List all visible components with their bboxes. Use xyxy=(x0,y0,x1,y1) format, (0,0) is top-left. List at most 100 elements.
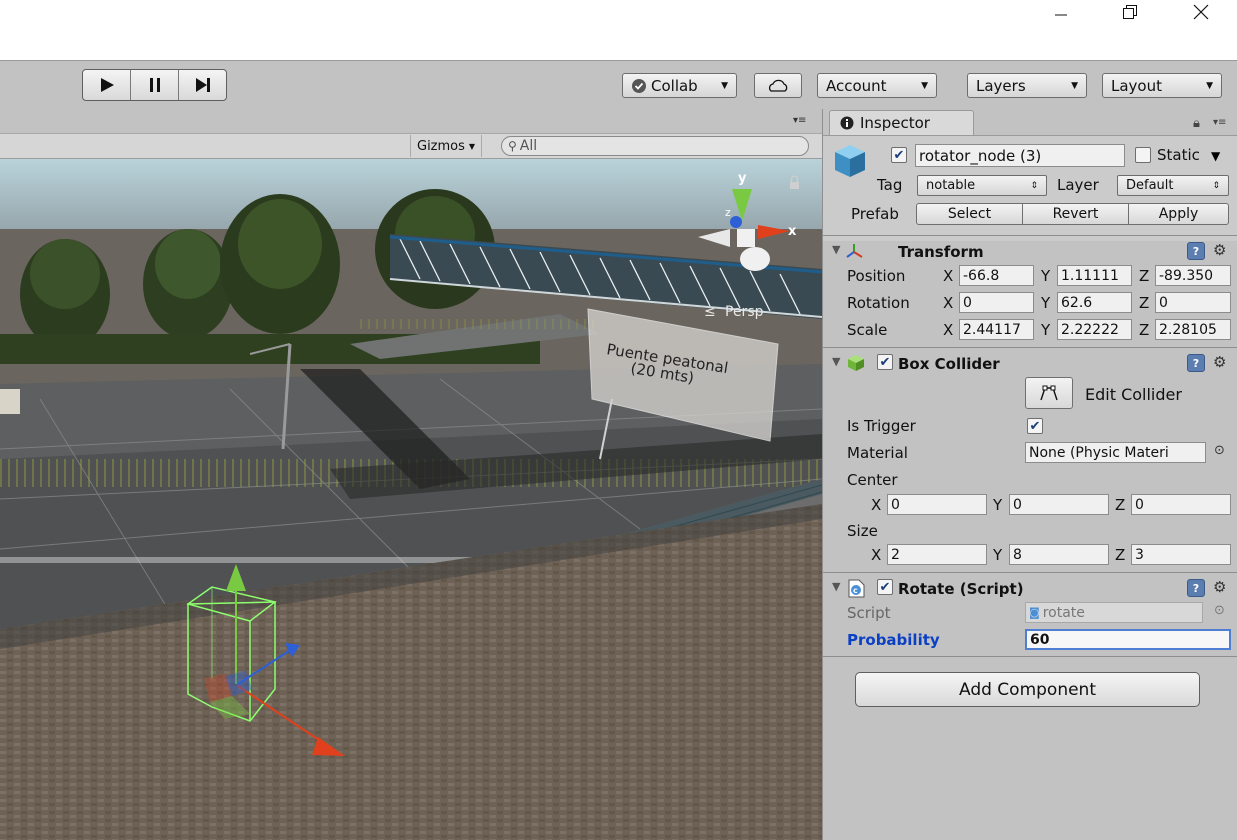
object-name-field[interactable]: rotator_node (3) xyxy=(915,144,1125,167)
is-trigger-checkbox[interactable]: ✔ xyxy=(1027,418,1043,434)
probability-field[interactable]: 60 xyxy=(1025,629,1231,650)
edit-collider-button[interactable] xyxy=(1025,377,1073,409)
main-toolbar: Collab ▼ Account ▼ Layers ▼ Layout ▼ xyxy=(0,60,1237,109)
chevron-down-icon: ▼ xyxy=(1206,80,1213,91)
prefab-select-button[interactable]: Select xyxy=(916,203,1023,225)
size-y-field[interactable]: 8 xyxy=(1009,544,1109,565)
rotate-script-enabled-checkbox[interactable]: ✔ xyxy=(877,579,893,595)
window-titlebar xyxy=(0,0,1237,60)
scene-toolbar: Gizmos ▼ ⚲ All xyxy=(0,133,822,159)
lock-icon[interactable]: 🔒︎ xyxy=(1193,116,1200,131)
tag-dropdown[interactable]: notable ⇕ xyxy=(917,175,1047,196)
rotation-label: Rotation xyxy=(847,294,910,312)
prefab-apply-button[interactable]: Apply xyxy=(1128,203,1229,225)
material-label: Material xyxy=(847,444,908,462)
layout-dropdown[interactable]: Layout ▼ xyxy=(1102,73,1222,98)
center-z-label: Z xyxy=(1115,496,1126,514)
scale-x-field[interactable]: 2.44117 xyxy=(959,319,1034,340)
gear-icon[interactable]: ⚙ xyxy=(1213,578,1226,596)
persp-icon: ≤ xyxy=(704,304,716,320)
transform-header[interactable]: ▼ Transform ? ⚙ xyxy=(823,240,1237,266)
scale-z-field[interactable]: 2.28105 xyxy=(1155,319,1231,340)
script-field: ◙ rotate xyxy=(1025,602,1203,623)
layers-dropdown[interactable]: Layers ▼ xyxy=(967,73,1087,98)
account-dropdown[interactable]: Account ▼ xyxy=(817,73,937,98)
layer-dropdown[interactable]: Default ⇕ xyxy=(1117,175,1229,196)
svg-text:c: c xyxy=(853,586,858,595)
scale-label: Scale xyxy=(847,321,888,339)
inspector-panel: Inspector 🔒︎ ▾≡ ✔ rotator_node (3) ✔ Sta… xyxy=(822,109,1237,840)
scene-search-input[interactable]: ⚲ All xyxy=(501,136,809,156)
size-z-label: Z xyxy=(1115,546,1126,564)
scale-y-field[interactable]: 2.22222 xyxy=(1057,319,1132,340)
tag-value: notable xyxy=(926,178,976,193)
position-x-field[interactable]: -66.8 xyxy=(959,265,1034,286)
scale-x-label: X xyxy=(943,321,954,339)
csharp-script-icon: c xyxy=(848,579,865,598)
axis-z-label: z xyxy=(725,206,731,219)
collab-label: Collab xyxy=(651,76,698,95)
minimize-button[interactable] xyxy=(1038,0,1084,24)
pause-button[interactable] xyxy=(131,70,179,100)
size-z-field[interactable]: 3 xyxy=(1131,544,1231,565)
gear-icon[interactable]: ⚙ xyxy=(1213,353,1226,371)
edit-collider-label: Edit Collider xyxy=(1085,385,1182,404)
layer-value: Default xyxy=(1126,178,1174,193)
rotation-z-label: Z xyxy=(1139,294,1150,312)
script-label: Script xyxy=(847,604,891,622)
center-z-field[interactable]: 0 xyxy=(1131,494,1231,515)
pause-icon xyxy=(149,78,160,92)
static-dropdown-icon[interactable]: ▼ xyxy=(1211,149,1220,163)
object-picker-icon[interactable]: ⊙ xyxy=(1214,443,1225,458)
help-icon[interactable]: ? xyxy=(1187,242,1205,260)
size-x-field[interactable]: 2 xyxy=(887,544,987,565)
static-checkbox[interactable]: ✔ xyxy=(1135,147,1151,163)
step-button[interactable] xyxy=(179,70,226,100)
help-icon[interactable]: ? xyxy=(1187,354,1205,372)
center-x-field[interactable]: 0 xyxy=(887,494,987,515)
close-button[interactable] xyxy=(1178,0,1224,24)
position-x-label: X xyxy=(943,267,954,285)
center-y-field[interactable]: 0 xyxy=(1009,494,1109,515)
active-checkbox[interactable]: ✔ xyxy=(891,147,907,163)
position-y-label: Y xyxy=(1041,267,1051,285)
rotation-y-field[interactable]: 62.6 xyxy=(1057,292,1132,313)
panel-menu-icon[interactable]: ▾≡ xyxy=(793,115,806,126)
search-icon: ⚲ xyxy=(508,139,517,153)
collab-button[interactable]: Collab ▼ xyxy=(622,73,737,98)
box-collider-enabled-checkbox[interactable]: ✔ xyxy=(877,354,893,370)
add-component-button[interactable]: Add Component xyxy=(855,672,1200,707)
transform-title: Transform xyxy=(898,243,984,261)
center-y-label: Y xyxy=(993,496,1003,514)
cloud-button[interactable] xyxy=(754,73,802,98)
foldout-arrow-icon[interactable]: ▼ xyxy=(832,580,840,593)
is-trigger-label: Is Trigger xyxy=(847,417,916,435)
foldout-arrow-icon[interactable]: ▼ xyxy=(832,355,840,368)
rotate-script-header[interactable]: ▼ c ✔ Rotate (Script) ? ⚙ xyxy=(823,577,1237,603)
axis-y-label: y xyxy=(738,171,747,186)
minimize-icon xyxy=(1055,14,1067,16)
center-label: Center xyxy=(847,471,898,489)
prefab-revert-button[interactable]: Revert xyxy=(1022,203,1129,225)
rotation-x-field[interactable]: 0 xyxy=(959,292,1034,313)
chevron-updown-icon: ⇕ xyxy=(1212,180,1220,191)
material-field[interactable]: None (Physic Materi xyxy=(1025,442,1206,463)
box-collider-header[interactable]: ▼ ✔ Box Collider ? ⚙ xyxy=(823,352,1237,378)
tab-inspector[interactable]: Inspector xyxy=(829,110,974,135)
center-x-label: X xyxy=(871,496,882,514)
scene-viewport[interactable]: Puente peatonal (20 mts) y x z Persp ≤ xyxy=(0,159,822,840)
position-y-field[interactable]: 1.11111 xyxy=(1057,265,1132,286)
panel-menu-icon[interactable]: ▾≡ xyxy=(1213,117,1226,128)
position-z-field[interactable]: -89.350 xyxy=(1155,265,1231,286)
play-button[interactable] xyxy=(83,70,131,100)
restore-button[interactable] xyxy=(1107,0,1153,24)
help-icon[interactable]: ? xyxy=(1187,579,1205,597)
axis-x-label: x xyxy=(788,224,797,239)
play-icon xyxy=(100,78,114,92)
gear-icon[interactable]: ⚙ xyxy=(1213,241,1226,259)
foldout-arrow-icon[interactable]: ▼ xyxy=(832,243,840,256)
gizmos-dropdown[interactable]: Gizmos ▼ xyxy=(410,135,483,157)
layer-label: Layer xyxy=(1057,176,1099,194)
edit-collider-icon xyxy=(1040,385,1058,401)
rotation-z-field[interactable]: 0 xyxy=(1155,292,1231,313)
